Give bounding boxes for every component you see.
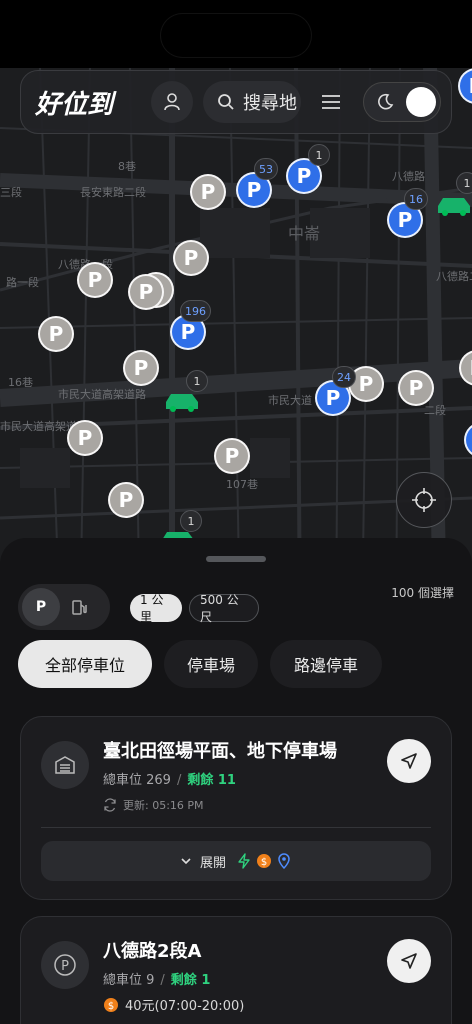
parking-marker[interactable]: P [398,370,434,406]
total-spaces: 總車位 269 [103,773,171,788]
garage-icon [41,741,89,789]
hamburger-icon [322,95,340,109]
location-pin-icon [278,853,290,869]
locate-me-button[interactable] [396,472,452,528]
distance-500m-chip[interactable]: 500 公尺 [189,593,259,624]
navigate-button[interactable] [387,939,431,983]
parking-marker[interactable]: P [173,240,209,276]
parking-marker[interactable]: P [108,482,144,518]
price-text: 40元(07:00-20:00) [125,999,245,1014]
sheet-drag-handle[interactable] [206,556,266,562]
parking-marker[interactable]: P [77,262,113,298]
street-label: 8巷 [118,160,136,173]
parking-type-button[interactable]: P [22,588,60,626]
status-bar [0,0,472,68]
dollar-icon: $ [257,854,271,868]
availability-badge: 1 [308,144,330,166]
parking-card[interactable]: P 八德路2段A 總車位 9/剩餘 1 $ 40元(07:00-20:00) [20,916,452,1024]
toggle-knob [406,87,436,117]
user-icon [164,93,180,111]
remaining-spaces: 剩餘 1 [170,973,211,988]
capacity-info: 總車位 9/剩餘 1 [103,973,211,988]
lightning-icon [238,853,250,869]
parking-marker[interactable]: P [214,438,250,474]
street-label: 市民大道 [268,394,312,407]
dynamic-island [160,13,312,58]
street-label: 二段 [424,404,446,417]
fuel-type-button[interactable] [60,588,98,626]
result-count: 100 個選擇 [391,586,454,600]
parking-marker[interactable]: P [38,316,74,352]
availability-badge: 196 [180,300,211,322]
street-label: 八德路 [392,170,425,183]
total-spaces: 總車位 9 [103,973,155,988]
district-label: 中崙 [288,224,321,243]
search-input[interactable]: 搜尋地 [203,81,301,123]
app-logo: 好位到 [35,89,114,120]
parking-sign-icon: P [41,941,89,989]
chevron-down-icon [181,858,191,865]
updated-time: 更新: 05:16 PM [123,799,204,812]
filter-lot-button[interactable]: 停車場 [164,640,258,688]
expand-button[interactable]: 展開 $ [41,841,431,881]
parking-marker[interactable]: P [123,350,159,386]
gas-pump-icon [72,600,87,615]
filter-street-button[interactable]: 路邊停車 [270,640,382,688]
street-label: 八德路二段 [436,270,472,283]
street-label: 長安東路二段 [80,186,146,199]
filter-all-button[interactable]: 全部停車位 [18,640,152,688]
parking-card[interactable]: 臺北田徑場平面、地下停車場 總車位 269/剩餘 11 更新: 05:16 PM… [20,716,452,900]
app-screen: 長安東路二段 三段 路一段 八德路一段 中崙 八德路 16巷 市民大道高架道路 … [0,0,472,1024]
top-bar: 好位到 搜尋地 [20,70,452,134]
refresh-icon [104,798,116,812]
profile-button[interactable] [151,81,193,123]
capacity-info: 總車位 269/剩餘 11 [103,773,236,788]
availability-badge: 16 [404,188,428,210]
navigation-arrow-icon [401,753,417,769]
availability-badge: 53 [254,158,278,180]
moon-icon [378,93,394,110]
navigation-arrow-icon [401,953,417,969]
results-sheet: P 1 公里 500 公尺 100 個選擇 全部停車位 停車場 路邊停車 臺北田… [0,538,472,1024]
search-icon [218,94,234,110]
parking-name: 臺北田徑場平面、地下停車場 [103,741,337,762]
availability-badge: 1 [456,172,472,194]
street-label: 市民大道高架道路 [58,388,146,401]
car-marker-icon[interactable] [162,390,202,412]
search-placeholder: 搜尋地 [243,93,297,114]
remaining-spaces: 剩餘 11 [187,773,236,788]
availability-badge: 24 [332,366,356,388]
street-label: 路一段 [6,276,39,289]
distance-1km-chip[interactable]: 1 公里 [130,593,182,624]
parking-marker[interactable]: P [190,174,226,210]
car-marker-icon[interactable] [434,194,472,216]
menu-button[interactable] [319,81,343,123]
street-label: 三段 [0,186,22,199]
svg-text:$: $ [108,1001,114,1012]
street-label: 107巷 [226,478,258,491]
availability-badge: 1 [186,370,208,392]
street-label: 16巷 [8,376,33,389]
price-info: $ 40元(07:00-20:00) [103,995,244,1014]
divider [41,827,431,828]
vehicle-type-switch: P [18,584,110,630]
dark-mode-toggle[interactable] [363,82,441,122]
parking-marker[interactable]: P [128,274,164,310]
last-updated: 更新: 05:16 PM [103,797,204,813]
navigate-button[interactable] [387,739,431,783]
dollar-icon: $ [104,997,118,1012]
crosshair-icon [412,488,436,512]
svg-text:P: P [61,959,69,974]
parking-name: 八德路2段A [103,941,202,962]
parking-marker[interactable]: P [67,420,103,456]
svg-text:$: $ [261,857,267,868]
expand-label: 展開 [199,855,226,871]
